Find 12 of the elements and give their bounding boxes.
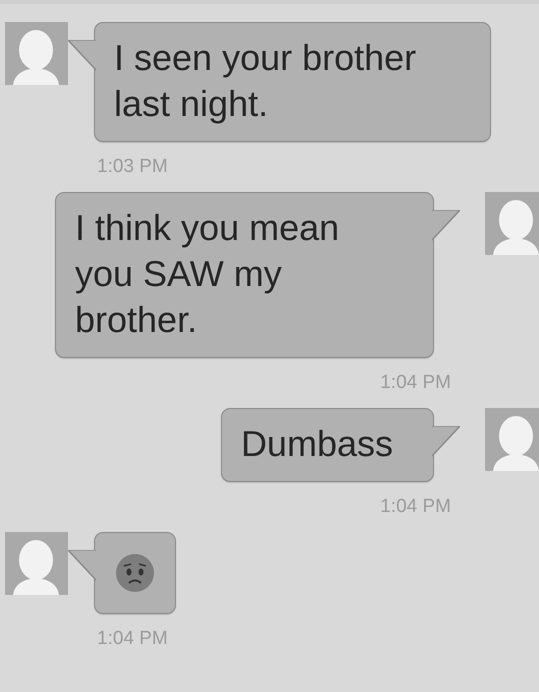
message-text: Dumbass [240,422,394,466]
timestamp: 1:04 PM [97,628,168,650]
message-text: I seen your brother last night. [114,36,418,126]
sad-face-icon [115,553,155,593]
avatar-icon [485,408,539,471]
avatar-icon [485,192,539,255]
avatar-icon [5,532,68,595]
message-text: I think you mean you SAW my brother. [75,206,340,342]
timestamp: 1:04 PM [380,372,451,394]
avatar-icon [5,22,68,85]
timestamp: 1:04 PM [380,496,451,518]
timestamp: 1:03 PM [97,156,168,178]
